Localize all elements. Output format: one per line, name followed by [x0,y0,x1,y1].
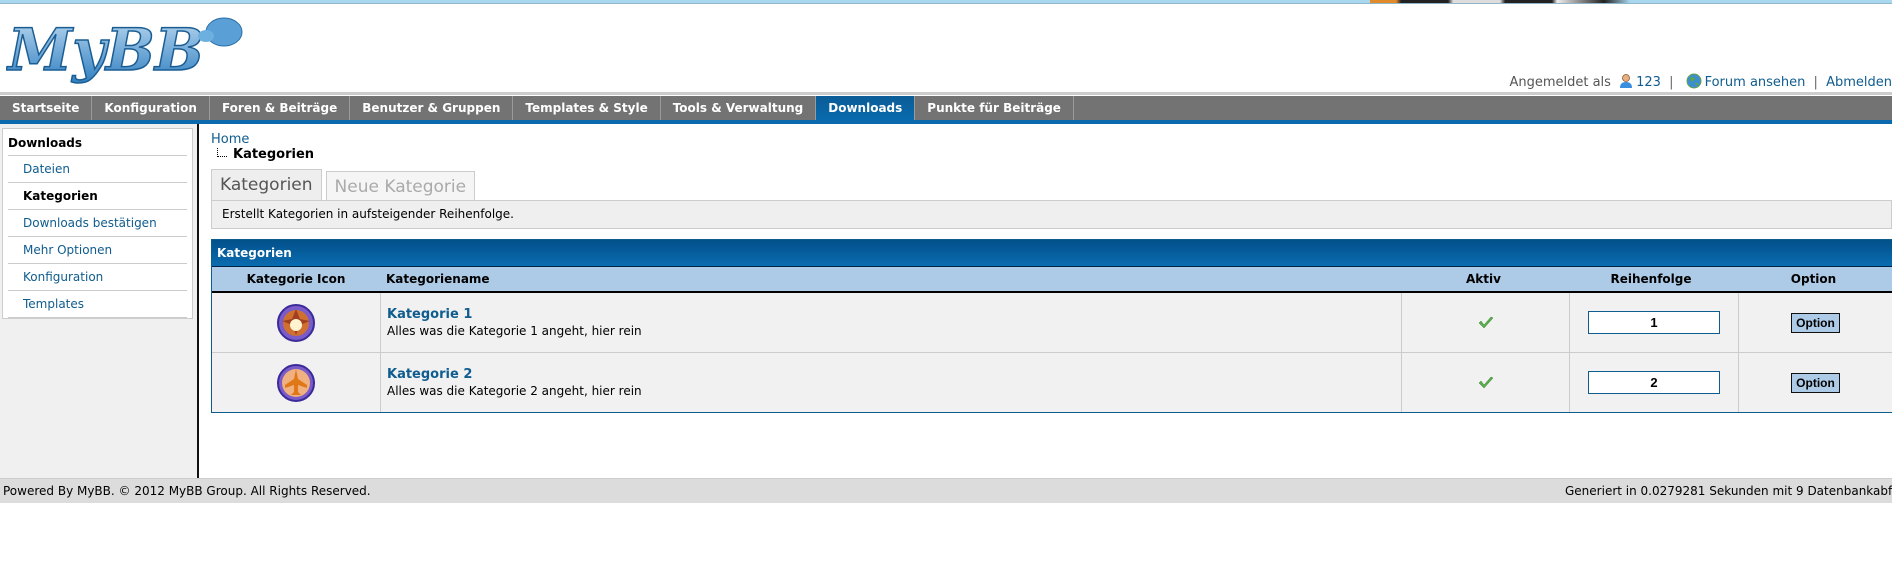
checkmark-icon [1478,376,1493,388]
nav-tab-templates-style[interactable]: Templates & Style [513,96,661,120]
table-title: Kategorien [212,240,1892,267]
tab-kategorien[interactable]: Kategorien [211,169,322,200]
header-banner-strip [0,0,1892,4]
order-input[interactable] [1588,371,1720,394]
sidebar-item-label[interactable]: Dateien [23,162,70,176]
column-header-icon: Kategorie Icon [246,272,346,286]
user-icon [1619,73,1633,93]
column-header-order: Reihenfolge [1610,272,1692,286]
header-banner-art [1370,0,1630,3]
breadcrumb: Home Kategorien [211,132,1892,162]
footer-copyright: Powered By MyBB. © 2012 MyBB Group. All … [3,484,371,498]
column-header-active: Aktiv [1466,272,1501,286]
breadcrumb-current: Kategorien [233,147,315,162]
view-forum-link[interactable]: Forum ansehen [1705,75,1806,90]
table-header: Kategorie Icon Kategoriename Aktiv Reihe… [212,267,1892,293]
main-content: Home Kategorien Kategorien Neue Kategori… [211,124,1892,413]
category-description: Alles was die Kategorie 1 angeht, hier r… [387,324,642,338]
nav-tab-tools-verwaltung[interactable]: Tools & Verwaltung [661,96,817,120]
logged-in-label: Angemeldet als [1509,75,1611,90]
column-header-option: Option [1790,272,1837,286]
tab-neue-kategorie[interactable]: Neue Kategorie [325,171,476,200]
sidebar-item-dateien[interactable]: Dateien [8,155,187,182]
footer-generation-stats: Generiert in 0.0279281 Sekunden mit 9 Da… [1565,484,1892,498]
sidebar-title: Downloads [8,136,83,150]
nav-tab-downloads[interactable]: Downloads [816,96,916,120]
svg-text:MyBB: MyBB [6,16,204,84]
categories-table: Kategorien Kategorie Icon Kategoriename … [211,239,1892,413]
footer: Powered By MyBB. © 2012 MyBB Group. All … [0,478,1892,503]
sidebar-item-label[interactable]: Templates [23,297,84,311]
sidebar-item-label: Kategorien [23,189,98,203]
jet-emblem-icon [277,363,315,402]
category-name-link[interactable]: Kategorie 1 [387,307,472,322]
username-link[interactable]: 123 [1636,75,1661,90]
nav-tab-foren-beitraege[interactable]: Foren & Beiträge [210,96,351,120]
nav-tab-punkte[interactable]: Punkte für Beiträge [915,96,1074,120]
globe-icon [1686,73,1702,93]
header-divider [0,92,1892,95]
nav-tab-konfiguration[interactable]: Konfiguration [92,96,210,120]
main-nav: Startseite Konfiguration Foren & Beiträg… [0,96,1892,124]
sidebar-item-konfiguration[interactable]: Konfiguration [8,263,187,290]
sidebar-menu: Downloads Dateien Kategorien Downloads b… [2,128,193,319]
breadcrumb-home[interactable]: Home [211,132,249,147]
sidebar-item-label[interactable]: Konfiguration [23,270,103,284]
sidebar-item-label[interactable]: Mehr Optionen [23,243,112,257]
checkmark-icon [1478,316,1493,328]
sidebar-item-downloads-bestaetigen[interactable]: Downloads bestätigen [8,209,187,236]
nav-tab-startseite[interactable]: Startseite [0,96,93,120]
table-row: Kategorie 2 Alles was die Kategorie 2 an… [212,353,1892,412]
option-button[interactable]: Option [1791,372,1840,393]
column-header-name: Kategoriename [386,272,490,286]
table-row: Kategorie 1 Alles was die Kategorie 1 an… [212,293,1892,353]
option-button[interactable]: Option [1791,312,1840,333]
page-tabs: Kategorien Neue Kategorie [211,169,1892,200]
category-description: Alles was die Kategorie 2 angeht, hier r… [387,384,642,398]
logout-link[interactable]: Abmelden [1826,75,1892,90]
sidebar-item-mehr-optionen[interactable]: Mehr Optionen [8,236,187,263]
nav-tab-benutzer-gruppen[interactable]: Benutzer & Gruppen [350,96,514,120]
category-name-link[interactable]: Kategorie 2 [387,367,472,382]
tab-description: Erstellt Kategorien in aufsteigender Rei… [211,200,1892,229]
sidebar-item-templates[interactable]: Templates [8,290,187,318]
tree-connector [217,148,227,157]
separator: | [1813,75,1818,90]
sidebar-item-kategorien[interactable]: Kategorien [8,182,187,209]
separator: | [1669,75,1674,90]
user-bar: Angemeldet als 123 | Forum ansehen | Abm… [1509,73,1892,93]
sidebar-item-label[interactable]: Downloads bestätigen [23,216,157,230]
mybb-logo[interactable]: MyBB [6,12,246,84]
order-input[interactable] [1588,311,1720,334]
category-emblem-icon [277,303,315,342]
